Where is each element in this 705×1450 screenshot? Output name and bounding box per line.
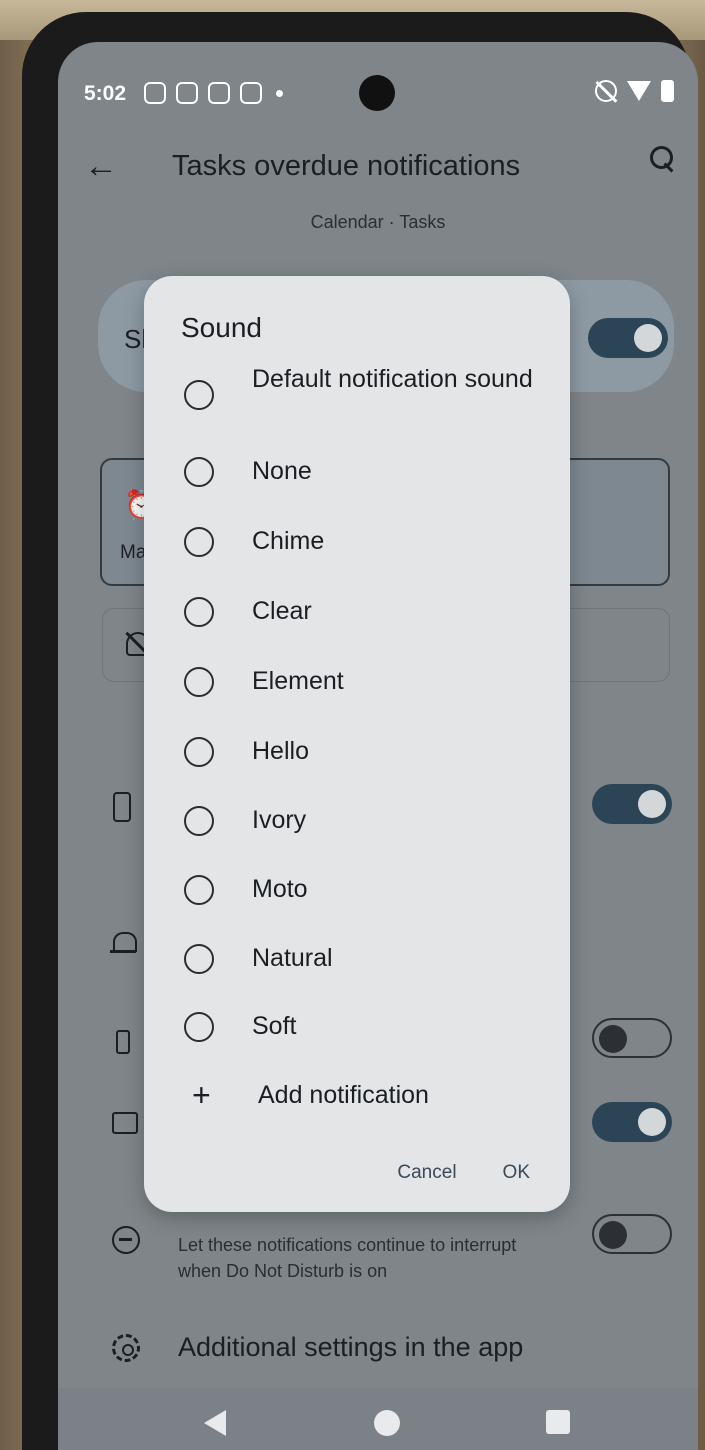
chat-icon bbox=[240, 82, 262, 104]
more-dot-icon bbox=[276, 90, 283, 97]
radio-button[interactable] bbox=[184, 457, 214, 487]
radio-button[interactable] bbox=[184, 875, 214, 905]
cancel-button[interactable]: Cancel bbox=[397, 1162, 456, 1184]
status-time: 5:02 bbox=[84, 82, 127, 105]
back-triangle-icon[interactable] bbox=[204, 1410, 226, 1436]
sound-option-moto[interactable]: Moto bbox=[144, 864, 570, 924]
sound-option-hello[interactable]: Hello bbox=[144, 726, 570, 786]
sound-option-element[interactable]: Element bbox=[144, 656, 570, 716]
radio-button[interactable] bbox=[184, 527, 214, 557]
messenger-icon bbox=[144, 82, 166, 104]
mute-icon bbox=[595, 80, 617, 102]
gear-icon bbox=[112, 1334, 140, 1362]
navigation-bar bbox=[58, 1388, 698, 1450]
camera-cutout bbox=[359, 75, 395, 111]
notification-dot-toggle[interactable] bbox=[592, 1102, 672, 1142]
ok-button[interactable]: OK bbox=[503, 1162, 530, 1184]
radio-button[interactable] bbox=[184, 806, 214, 836]
system-icons bbox=[595, 80, 674, 102]
toggle-knob bbox=[599, 1221, 627, 1249]
sound-option-label: Soft bbox=[252, 1012, 297, 1040]
add-notification-label: Add notification bbox=[258, 1081, 429, 1109]
home-circle-icon[interactable] bbox=[374, 1410, 400, 1436]
dialog-actions: Cancel OK bbox=[397, 1162, 530, 1184]
sound-option-clear[interactable]: Clear bbox=[144, 586, 570, 646]
sound-option-label: Clear bbox=[252, 597, 312, 625]
radio-button[interactable] bbox=[184, 737, 214, 767]
sound-option-label: Element bbox=[252, 667, 344, 695]
toggle-knob bbox=[638, 790, 666, 818]
vibration-toggle[interactable] bbox=[592, 1018, 672, 1058]
show-notifications-toggle[interactable] bbox=[588, 318, 668, 358]
pop-on-screen-toggle[interactable] bbox=[592, 784, 672, 824]
add-notification-button[interactable]: + Add notification bbox=[144, 1070, 570, 1126]
sound-dialog: Sound Default notification sound None Ch… bbox=[144, 276, 570, 1212]
bell-icon bbox=[110, 932, 137, 958]
sound-option-label: Hello bbox=[252, 737, 309, 765]
search-icon[interactable] bbox=[650, 146, 676, 172]
sound-option-natural[interactable]: Natural bbox=[144, 933, 570, 993]
toggle-knob bbox=[634, 324, 662, 352]
sound-option-label: Default notification sound bbox=[252, 365, 533, 393]
app-bar: ← Tasks overdue notifications bbox=[58, 142, 698, 212]
radio-button[interactable] bbox=[184, 597, 214, 627]
notification-icons bbox=[144, 82, 283, 104]
sound-option-label: Moto bbox=[252, 875, 308, 903]
sound-option-label: Chime bbox=[252, 527, 325, 555]
battery-icon bbox=[661, 80, 674, 102]
dialog-title: Sound bbox=[181, 312, 262, 343]
sim-icon bbox=[176, 82, 198, 104]
do-not-disturb-icon bbox=[112, 1226, 140, 1254]
sound-option-label: None bbox=[252, 457, 312, 485]
additional-settings-row[interactable]: Additional settings in the app bbox=[58, 1312, 698, 1382]
sound-option-none[interactable]: None bbox=[144, 446, 570, 506]
phone-icon bbox=[113, 792, 131, 822]
additional-settings-label: Additional settings in the app bbox=[178, 1332, 524, 1362]
vibrate-icon bbox=[116, 1030, 130, 1054]
sound-option-chime[interactable]: Chime bbox=[144, 516, 570, 576]
dnd-override-description: Let these notifications continue to inte… bbox=[178, 1235, 517, 1281]
breadcrumb: Calendar · Tasks bbox=[310, 212, 446, 232]
page-title: Tasks overdue notifications bbox=[172, 150, 521, 182]
wifi-icon bbox=[627, 81, 651, 101]
sound-option-label: Ivory bbox=[252, 806, 307, 834]
plus-icon: + bbox=[192, 1077, 211, 1113]
arrow-left-icon[interactable]: ← bbox=[84, 146, 118, 186]
radio-button[interactable] bbox=[184, 380, 214, 410]
recents-square-icon[interactable] bbox=[546, 1410, 570, 1434]
bag-icon bbox=[208, 82, 230, 104]
radio-button[interactable] bbox=[184, 667, 214, 697]
notification-dot-icon bbox=[112, 1112, 138, 1134]
radio-button[interactable] bbox=[184, 1012, 214, 1042]
sound-option-label: Natural bbox=[252, 944, 333, 972]
toggle-knob bbox=[638, 1108, 666, 1136]
sound-option-soft[interactable]: Soft bbox=[144, 1001, 570, 1061]
radio-button[interactable] bbox=[184, 944, 214, 974]
toggle-knob bbox=[599, 1025, 627, 1053]
sound-option-ivory[interactable]: Ivory bbox=[144, 795, 570, 855]
sound-option-default[interactable]: Default notification sound bbox=[144, 362, 570, 432]
dnd-override-toggle[interactable] bbox=[592, 1214, 672, 1254]
status-bar: 5:02 bbox=[58, 42, 698, 142]
